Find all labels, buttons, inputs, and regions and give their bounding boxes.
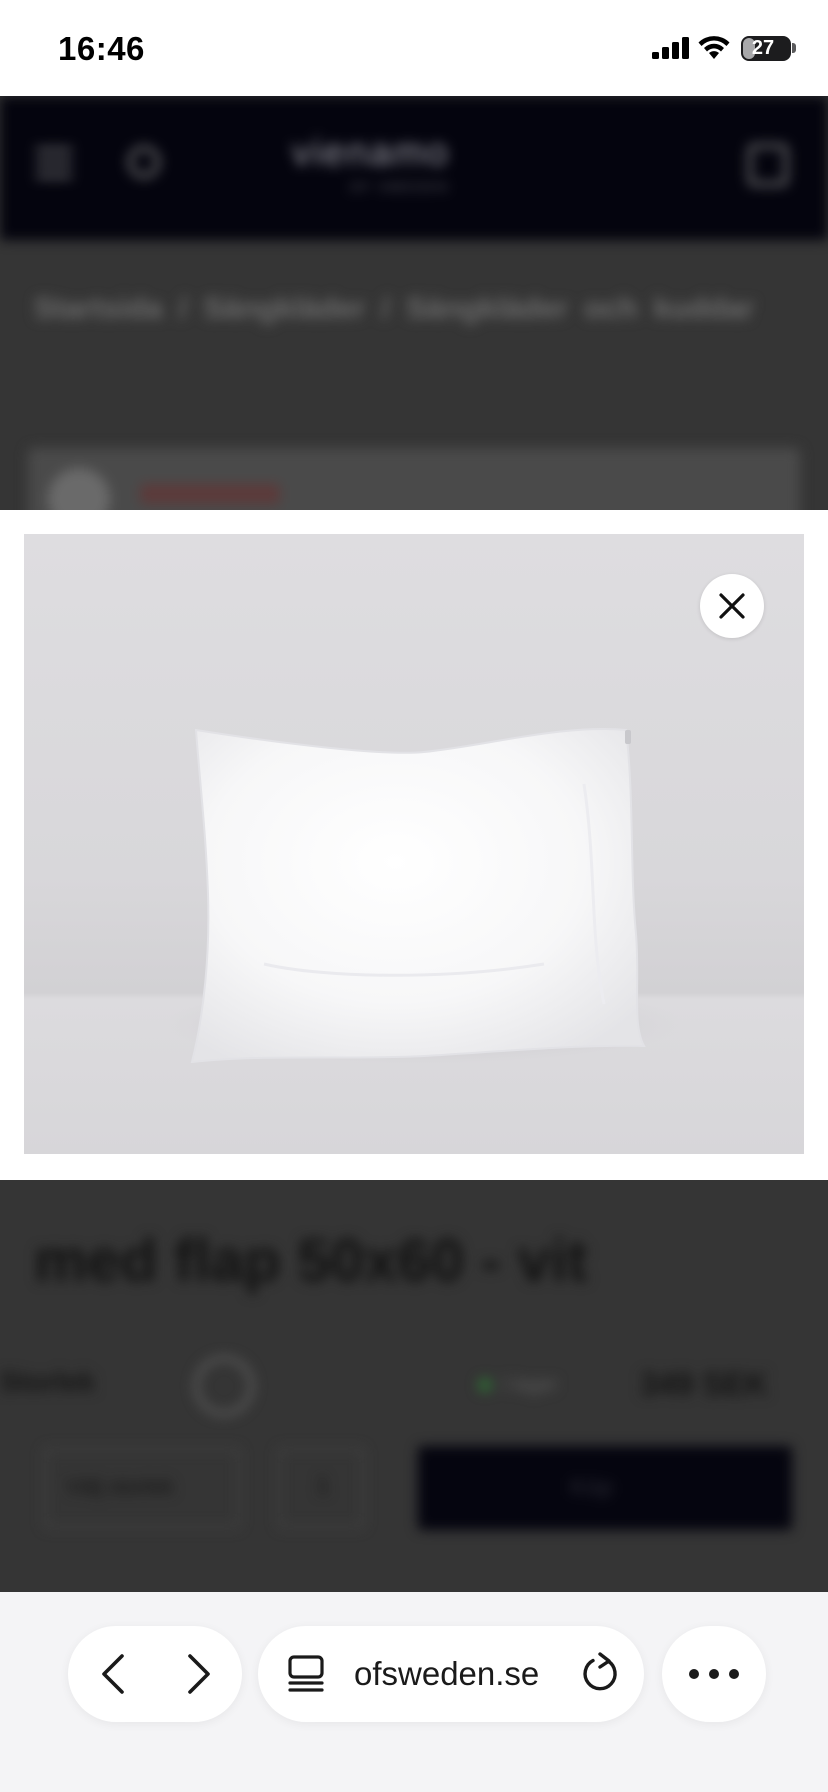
status-time: 16:46: [58, 30, 145, 67]
stock-status: I lager: [502, 1374, 558, 1396]
battery-icon: 27: [741, 36, 791, 61]
variant-select-label: Välj storlek: [66, 1474, 174, 1499]
quantity-value: 1: [316, 1472, 330, 1499]
product-title: med flap 50x60 - vit: [34, 1227, 588, 1294]
url-text[interactable]: ofsweden.se: [354, 1652, 544, 1696]
hamburger-menu-icon: [36, 148, 72, 178]
product-image: [24, 534, 804, 1154]
search-icon: [128, 146, 160, 178]
site-header: vienamo OF SWEDEN: [0, 96, 828, 240]
pillow-illustration: [164, 727, 684, 1064]
site-logo: vienamo: [292, 132, 450, 174]
close-icon: [719, 593, 745, 619]
wifi-icon: [698, 36, 730, 59]
address-bar[interactable]: ofsweden.se: [258, 1626, 644, 1722]
cellular-signal-icon: [652, 37, 689, 59]
chevron-right-icon: [188, 1654, 210, 1694]
notice-text-placeholder: [140, 484, 280, 504]
more-button[interactable]: [684, 1650, 744, 1698]
stock-indicator-dot: [478, 1378, 492, 1392]
forward-button[interactable]: [174, 1650, 222, 1698]
back-button[interactable]: [92, 1650, 140, 1698]
image-lightbox: [0, 510, 828, 1180]
reload-icon: [583, 1658, 617, 1691]
navigation-pill: [68, 1626, 242, 1722]
breadcrumb: Startsida / Sängkläder / Sängkläder och …: [34, 292, 754, 325]
battery-level-text: 27: [751, 37, 775, 59]
more-pill: [662, 1626, 766, 1722]
tabs-icon[interactable]: [286, 1654, 326, 1694]
browser-toolbar: ofsweden.se: [0, 1592, 828, 1792]
status-bar: 16:46 27: [0, 0, 828, 96]
more-icon: [689, 1669, 699, 1679]
cart-icon: [748, 144, 788, 186]
reload-button[interactable]: [578, 1652, 622, 1696]
close-button[interactable]: [700, 574, 764, 638]
battery-nub: [792, 43, 796, 53]
site-logo-subtitle: OF SWEDEN: [350, 180, 450, 194]
buy-button-label: Köp: [570, 1474, 613, 1501]
size-option: [194, 1356, 254, 1416]
size-label: Storlek: [0, 1366, 95, 1397]
chevron-left-icon: [102, 1654, 124, 1694]
product-price: 349 SEK: [640, 1366, 769, 1402]
